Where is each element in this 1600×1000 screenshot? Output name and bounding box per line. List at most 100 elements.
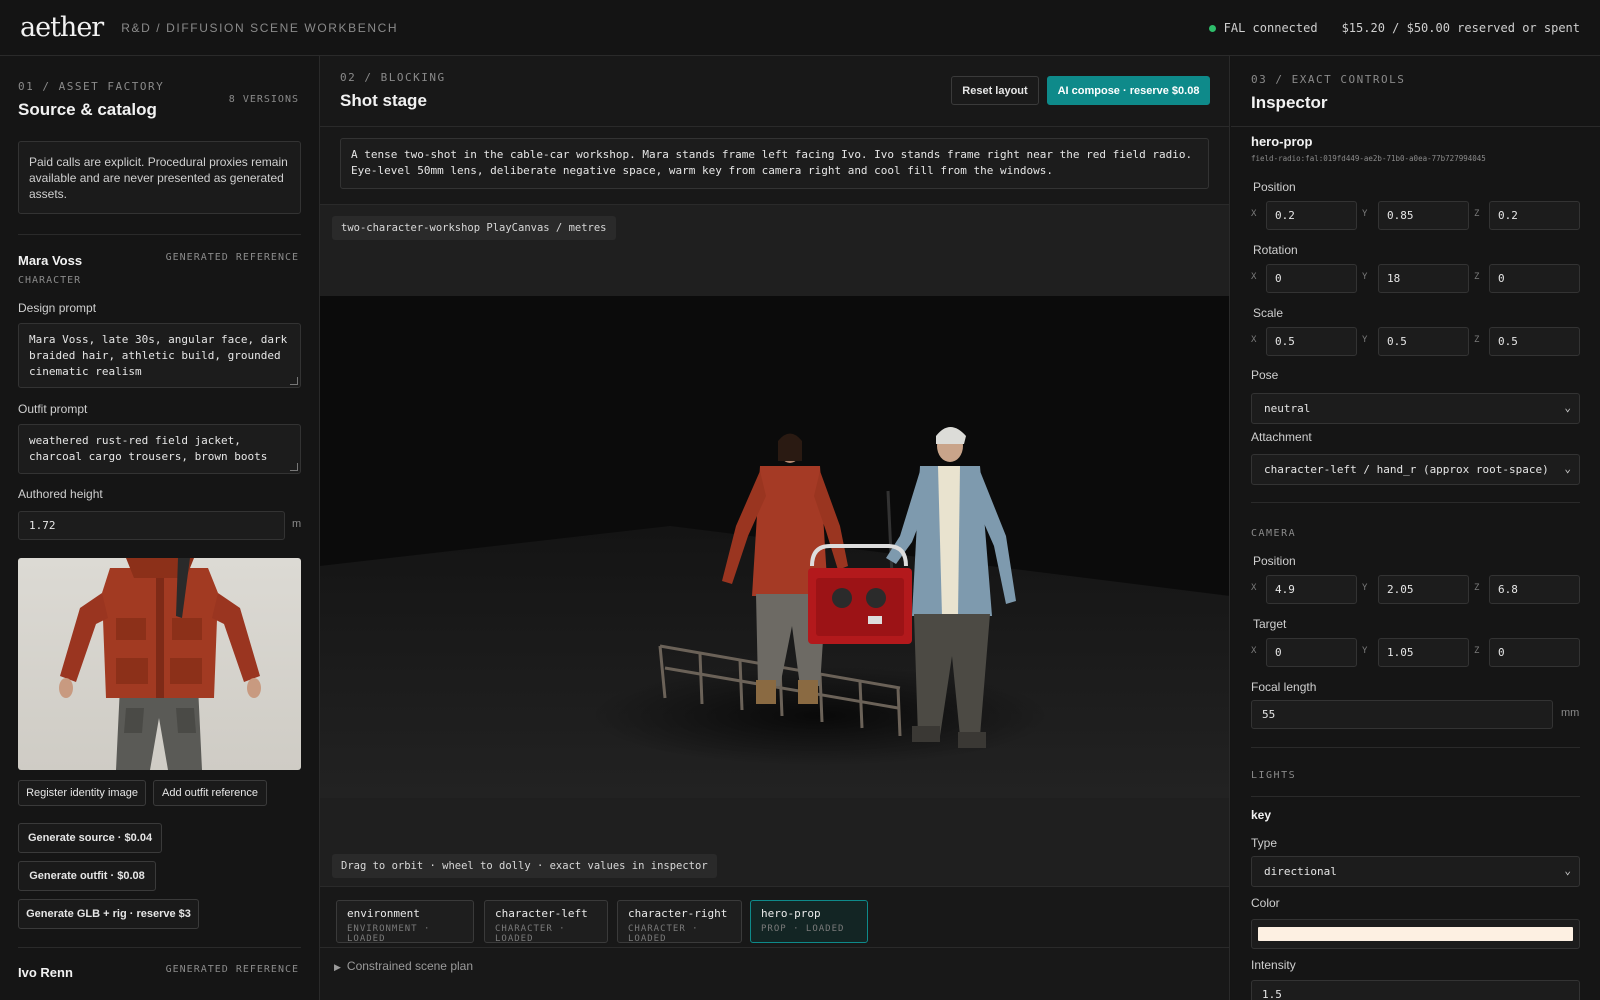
asset-tray: environment ENVIRONMENT · LOADED charact… xyxy=(320,886,1229,1000)
target-y-input[interactable]: 1.05 xyxy=(1378,638,1469,667)
add-outfit-reference-button[interactable]: Add outfit reference xyxy=(153,780,267,806)
panel-title: Inspector xyxy=(1251,93,1328,112)
chevron-down-icon: ⌄ xyxy=(1564,864,1571,877)
asset-card-meta: ENVIRONMENT · LOADED xyxy=(347,924,431,944)
divider xyxy=(1231,126,1600,127)
light-type-value: directional xyxy=(1264,865,1337,878)
axis-x-label: X xyxy=(1251,335,1257,345)
resize-handle-icon[interactable] xyxy=(290,463,298,471)
asset-card-title: environment xyxy=(347,907,420,920)
generate-outfit-button[interactable]: Generate outfit · $0.08 xyxy=(18,861,156,891)
target-z-input[interactable]: 0 xyxy=(1489,638,1580,667)
pose-label: Pose xyxy=(1251,368,1279,382)
connection-status-label: FAL connected xyxy=(1223,21,1318,35)
axis-z-label: Z xyxy=(1474,209,1480,219)
panel-title: Shot stage xyxy=(340,91,427,110)
scene-plan-toggle[interactable]: ▶ Constrained scene plan xyxy=(334,959,473,973)
axis-x-label: X xyxy=(1251,646,1257,656)
scale-z-input[interactable]: 0.5 xyxy=(1489,327,1580,356)
reset-layout-button[interactable]: Reset layout xyxy=(951,76,1039,105)
character-reference-image[interactable] xyxy=(18,558,301,770)
character-name: Mara Voss xyxy=(18,253,83,268)
breadcrumb: R&D / DIFFUSION SCENE WORKBENCH xyxy=(121,20,399,35)
scale-y-input[interactable]: 0.5 xyxy=(1378,327,1469,356)
target-x-input[interactable]: 0 xyxy=(1266,638,1357,667)
axis-y-label: Y xyxy=(1362,209,1368,219)
outfit-prompt-label: Outfit prompt xyxy=(18,402,88,416)
top-bar: aether R&D / DIFFUSION SCENE WORKBENCH F… xyxy=(0,0,1600,56)
camera-position-x-input[interactable]: 4.9 xyxy=(1266,575,1357,604)
panel-kicker: 03 / EXACT CONTROLS xyxy=(1251,73,1406,86)
generate-source-button[interactable]: Generate source · $0.04 xyxy=(18,823,162,853)
height-input[interactable]: 1.72 xyxy=(18,511,285,540)
light-type-select[interactable]: directional ⌄ xyxy=(1251,856,1580,887)
asset-card-meta: CHARACTER · LOADED xyxy=(495,924,566,944)
selected-object-name: hero-prop xyxy=(1251,134,1313,149)
asset-card-hero-prop[interactable]: hero-prop PROP · LOADED xyxy=(750,900,868,943)
asset-card-character-right[interactable]: character-right CHARACTER · LOADED xyxy=(617,900,742,944)
light-name: key xyxy=(1251,808,1272,822)
character-badge: GENERATED REFERENCE xyxy=(165,964,299,975)
character-type: CHARACTER xyxy=(18,275,82,286)
lights-section-title: LIGHTS xyxy=(1251,770,1297,781)
axis-z-label: Z xyxy=(1474,272,1480,282)
rotation-z-input[interactable]: 0 xyxy=(1489,264,1580,293)
design-prompt-input[interactable]: Mara Voss, late 30s, angular face, dark … xyxy=(18,323,301,388)
attachment-label: Attachment xyxy=(1251,430,1312,444)
divider xyxy=(1251,796,1580,797)
asset-card-character-left[interactable]: character-left CHARACTER · LOADED xyxy=(484,900,608,944)
connection-status: FAL connected xyxy=(1208,21,1318,35)
3d-viewport[interactable] xyxy=(320,296,1229,798)
outfit-prompt-input[interactable]: weathered rust-red field jacket, charcoa… xyxy=(18,424,301,474)
divider xyxy=(18,947,301,948)
intensity-label: Intensity xyxy=(1251,958,1296,972)
position-x-input[interactable]: 0.2 xyxy=(1266,201,1357,230)
ai-compose-button[interactable]: AI compose · reserve $0.08 xyxy=(1047,76,1210,105)
position-z-input[interactable]: 0.2 xyxy=(1489,201,1580,230)
generate-glb-button[interactable]: Generate GLB + rig · reserve $3 xyxy=(18,899,199,929)
scene-prompt-input[interactable]: A tense two-shot in the cable-car worksh… xyxy=(340,138,1209,189)
axis-z-label: Z xyxy=(1474,646,1480,656)
camera-position-z-input[interactable]: 6.8 xyxy=(1489,575,1580,604)
divider xyxy=(18,234,301,235)
viewport-footer: Drag to orbit · wheel to dolly · exact v… xyxy=(320,798,1229,886)
scale-x-input[interactable]: 0.5 xyxy=(1266,327,1357,356)
viewport-hint: Drag to orbit · wheel to dolly · exact v… xyxy=(332,854,717,878)
panel-title: Source & catalog xyxy=(18,100,157,119)
axis-z-label: Z xyxy=(1474,335,1480,345)
axis-x-label: X xyxy=(1251,272,1257,282)
axis-x-label: X xyxy=(1251,209,1257,219)
design-prompt-label: Design prompt xyxy=(18,301,97,315)
logo[interactable]: aether xyxy=(20,12,104,43)
asset-card-title: hero-prop xyxy=(761,907,821,920)
divider xyxy=(1251,747,1580,748)
selected-object-id: field-radio:fal:019fd449-ae2b-71b0-a0ea-… xyxy=(1251,154,1486,163)
status-dot-icon xyxy=(1208,25,1216,32)
versions-count: 8 VERSIONS xyxy=(228,94,299,105)
paid-calls-notice: Paid calls are explicit. Procedural prox… xyxy=(18,141,301,214)
scene-chip: two-character-workshop PlayCanvas / metr… xyxy=(332,216,616,240)
rotation-x-input[interactable]: 0 xyxy=(1266,264,1357,293)
pose-select[interactable]: neutral ⌄ xyxy=(1251,393,1580,424)
focal-length-input[interactable]: 55 xyxy=(1251,700,1553,729)
axis-y-label: Y xyxy=(1362,583,1368,593)
intensity-input[interactable]: 1.5 xyxy=(1251,980,1580,1000)
rotation-y-input[interactable]: 18 xyxy=(1378,264,1469,293)
register-identity-button[interactable]: Register identity image xyxy=(18,780,146,806)
light-color-picker[interactable] xyxy=(1251,919,1580,949)
position-label: Position xyxy=(1253,180,1296,194)
asset-factory-panel: 01 / ASSET FACTORY Source & catalog 8 VE… xyxy=(0,56,320,1000)
asset-card-environment[interactable]: environment ENVIRONMENT · LOADED xyxy=(336,900,474,944)
attachment-select[interactable]: character-left / hand_r (approx root-spa… xyxy=(1251,454,1580,485)
position-y-input[interactable]: 0.85 xyxy=(1378,201,1469,230)
panel-kicker: 01 / ASSET FACTORY xyxy=(18,80,165,93)
camera-section-title: CAMERA xyxy=(1251,528,1297,539)
divider xyxy=(320,126,1229,127)
color-swatch xyxy=(1258,927,1573,941)
scene-render-icon xyxy=(320,296,1229,798)
camera-position-y-input[interactable]: 2.05 xyxy=(1378,575,1469,604)
resize-handle-icon[interactable] xyxy=(290,377,298,385)
axis-y-label: Y xyxy=(1362,272,1368,282)
focal-length-label: Focal length xyxy=(1251,680,1317,694)
asset-card-title: character-right xyxy=(628,907,728,920)
